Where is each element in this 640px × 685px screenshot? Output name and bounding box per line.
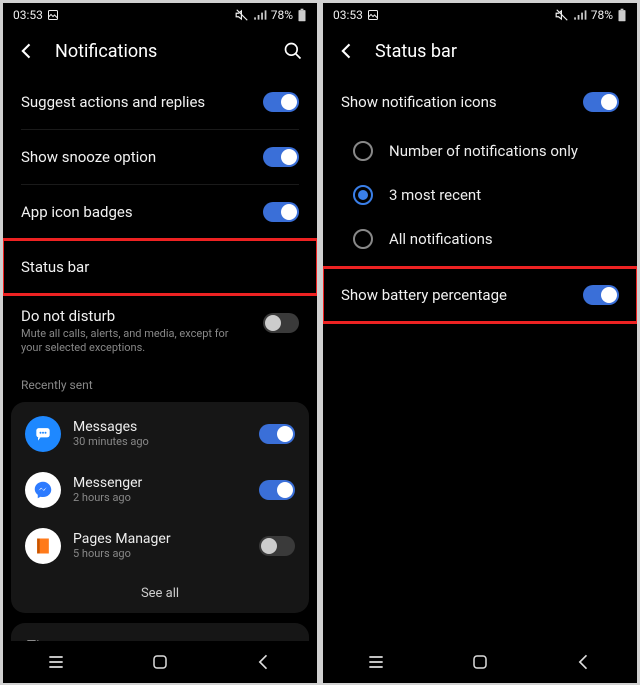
- radio-number-only[interactable]: Number of notifications only: [323, 129, 637, 173]
- row-battery-pct[interactable]: Show battery percentage: [323, 268, 637, 322]
- status-time: 03:53: [333, 8, 363, 22]
- toggle-dnd[interactable]: [263, 313, 299, 333]
- battery-pct: 78%: [271, 8, 293, 22]
- recent-item[interactable]: Pages Manager 5 hours ago: [11, 518, 309, 574]
- toggle-recent-2[interactable]: [259, 536, 295, 556]
- app-name: Pages Manager: [73, 531, 247, 547]
- toggle-battery-pct[interactable]: [583, 285, 619, 305]
- recent-card: Messages 30 minutes ago Messenger 2 hour…: [11, 402, 309, 613]
- toggle-show-icons[interactable]: [583, 92, 619, 112]
- phone-left: 03:53 78% Notifications Suggest actions …: [3, 3, 317, 683]
- toggle-badges[interactable]: [263, 202, 299, 222]
- radio-icon[interactable]: [353, 185, 373, 205]
- row-label: Show notification icons: [341, 93, 583, 111]
- radio-label: 3 most recent: [389, 186, 481, 204]
- app-time: 30 minutes ago: [73, 435, 247, 448]
- row-label: Show snooze option: [21, 148, 263, 166]
- section-recently-sent: Recently sent: [3, 368, 317, 398]
- row-sublabel: Mute all calls, alerts, and media, excep…: [21, 327, 241, 356]
- toggle-suggest[interactable]: [263, 92, 299, 112]
- row-label: App icon badges: [21, 203, 263, 221]
- app-icon-pages: [25, 528, 61, 564]
- row-app-badges[interactable]: App icon badges: [3, 185, 317, 239]
- nav-bar: [323, 641, 637, 683]
- row-label: Status bar: [21, 258, 299, 276]
- app-time: 2 hours ago: [73, 491, 247, 504]
- nav-recents-icon[interactable]: [46, 652, 66, 672]
- settings-list: Show notification icons Number of notifi…: [323, 75, 637, 641]
- battery-icon: [297, 8, 307, 22]
- row-snooze[interactable]: Show snooze option: [3, 130, 317, 184]
- picture-icon: [367, 9, 379, 21]
- status-bar: 03:53 78%: [3, 3, 317, 27]
- radio-label: All notifications: [389, 230, 493, 248]
- nav-back-icon[interactable]: [254, 652, 274, 672]
- page-title: Status bar: [375, 41, 623, 62]
- battery-pct: 78%: [591, 8, 613, 22]
- page-title: Notifications: [55, 41, 265, 62]
- app-icon-messenger: [25, 472, 61, 508]
- row-suggest-actions[interactable]: Suggest actions and replies: [3, 75, 317, 129]
- row-label: Show battery percentage: [341, 286, 583, 304]
- battery-icon: [617, 8, 627, 22]
- row-label: Do not disturb: [21, 307, 263, 325]
- row-dnd[interactable]: Do not disturb Mute all calls, alerts, a…: [3, 295, 317, 368]
- see-all-button[interactable]: See all: [11, 574, 309, 609]
- mute-icon: [235, 8, 249, 22]
- app-name: Messenger: [73, 475, 247, 491]
- back-icon[interactable]: [337, 41, 357, 61]
- toggle-recent-0[interactable]: [259, 424, 295, 444]
- phone-right: 03:53 78% Status bar Show notification i…: [323, 3, 637, 683]
- radio-all-notifications[interactable]: All notifications: [323, 217, 637, 261]
- radio-three-recent[interactable]: 3 most recent: [323, 173, 637, 217]
- radio-icon[interactable]: [353, 141, 373, 161]
- toggle-recent-1[interactable]: [259, 480, 295, 500]
- row-show-notif-icons[interactable]: Show notification icons: [323, 75, 637, 129]
- nav-recents-icon[interactable]: [366, 652, 386, 672]
- picture-icon: [47, 9, 59, 21]
- search-icon[interactable]: [283, 41, 303, 61]
- radio-label: Number of notifications only: [389, 142, 578, 160]
- recent-item[interactable]: Messages 30 minutes ago: [11, 406, 309, 462]
- toggle-snooze[interactable]: [263, 147, 299, 167]
- signal-icon: [573, 9, 587, 21]
- app-icon-messages: [25, 416, 61, 452]
- mute-icon: [555, 8, 569, 22]
- app-bar: Notifications: [3, 27, 317, 75]
- signal-icon: [253, 9, 267, 21]
- status-time: 03:53: [13, 8, 43, 22]
- recent-item[interactable]: Messenger 2 hours ago: [11, 462, 309, 518]
- back-icon[interactable]: [17, 41, 37, 61]
- settings-list: Suggest actions and replies Show snooze …: [3, 75, 317, 641]
- radio-icon[interactable]: [353, 229, 373, 249]
- row-label: Suggest actions and replies: [21, 93, 263, 111]
- nav-home-icon[interactable]: [151, 653, 169, 671]
- app-bar: Status bar: [323, 27, 637, 75]
- status-bar: 03:53 78%: [323, 3, 637, 27]
- app-name: Messages: [73, 419, 247, 435]
- nav-bar: [3, 641, 317, 683]
- nav-back-icon[interactable]: [574, 652, 594, 672]
- tip-card: Tip Sleeping apps and Data saver may pre…: [11, 623, 309, 641]
- nav-home-icon[interactable]: [471, 653, 489, 671]
- app-time: 5 hours ago: [73, 547, 247, 560]
- row-status-bar[interactable]: Status bar: [3, 240, 317, 294]
